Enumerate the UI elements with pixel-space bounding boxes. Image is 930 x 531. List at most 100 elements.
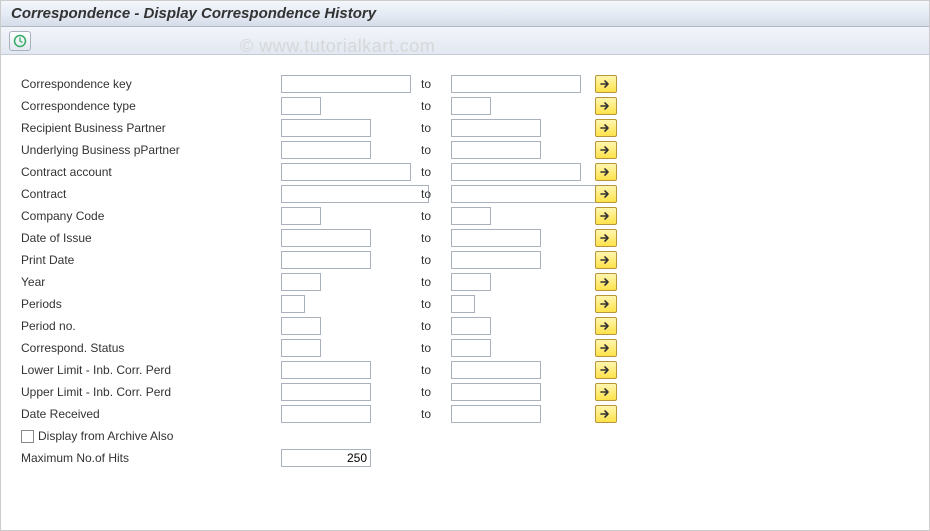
- to-input[interactable]: [451, 229, 541, 247]
- to-label: to: [421, 231, 451, 245]
- arrow-right-icon: [600, 387, 612, 397]
- field-label: Correspond. Status: [21, 341, 281, 355]
- field-label: Upper Limit - Inb. Corr. Perd: [21, 385, 281, 399]
- from-input[interactable]: [281, 251, 371, 269]
- archive-checkbox-label: Display from Archive Also: [38, 429, 173, 443]
- max-hits-input[interactable]: [281, 449, 371, 467]
- multiple-selection-button[interactable]: [595, 295, 617, 313]
- from-input[interactable]: [281, 97, 321, 115]
- to-input[interactable]: [451, 207, 491, 225]
- arrow-right-icon: [600, 145, 612, 155]
- to-input[interactable]: [451, 361, 541, 379]
- to-input[interactable]: [451, 405, 541, 423]
- field-row: Recipient Business Partnerto: [21, 117, 919, 139]
- multiple-selection-button[interactable]: [595, 141, 617, 159]
- field-row: Contract account to: [21, 161, 919, 183]
- from-input[interactable]: [281, 185, 429, 203]
- from-input[interactable]: [281, 339, 321, 357]
- field-row: Yearto: [21, 271, 919, 293]
- from-input[interactable]: [281, 273, 321, 291]
- to-label: to: [421, 209, 451, 223]
- arrow-right-icon: [600, 101, 612, 111]
- multiple-selection-button[interactable]: [595, 361, 617, 379]
- to-input[interactable]: [451, 251, 541, 269]
- field-row: Correspondence keyto: [21, 73, 919, 95]
- multiple-selection-button[interactable]: [595, 317, 617, 335]
- to-input[interactable]: [451, 163, 581, 181]
- field-row: Company Codeto: [21, 205, 919, 227]
- field-row: Underlying Business pPartnerto: [21, 139, 919, 161]
- to-label: to: [421, 341, 451, 355]
- multiple-selection-button[interactable]: [595, 229, 617, 247]
- to-label: to: [421, 363, 451, 377]
- multiple-selection-button[interactable]: [595, 207, 617, 225]
- field-row: Print Dateto: [21, 249, 919, 271]
- multiple-selection-button[interactable]: [595, 97, 617, 115]
- to-input[interactable]: [451, 295, 475, 313]
- to-input[interactable]: [451, 141, 541, 159]
- to-label: to: [421, 187, 451, 201]
- multiple-selection-button[interactable]: [595, 339, 617, 357]
- field-label: Contract account: [21, 165, 281, 179]
- from-input[interactable]: [281, 295, 305, 313]
- to-input[interactable]: [451, 273, 491, 291]
- multiple-selection-button[interactable]: [595, 163, 617, 181]
- from-input[interactable]: [281, 207, 321, 225]
- multiple-selection-button[interactable]: [595, 383, 617, 401]
- arrow-right-icon: [600, 409, 612, 419]
- arrow-right-icon: [600, 321, 612, 331]
- to-input[interactable]: [451, 97, 491, 115]
- to-input[interactable]: [451, 185, 599, 203]
- field-row: Correspondence typeto: [21, 95, 919, 117]
- from-input[interactable]: [281, 405, 371, 423]
- to-label: to: [421, 165, 451, 179]
- archive-checkbox[interactable]: [21, 430, 34, 443]
- field-label: Underlying Business pPartner: [21, 143, 281, 157]
- field-row: Lower Limit - Inb. Corr. Perd to: [21, 359, 919, 381]
- from-input[interactable]: [281, 229, 371, 247]
- multiple-selection-button[interactable]: [595, 251, 617, 269]
- window-title: Correspondence - Display Correspondence …: [1, 1, 929, 27]
- multiple-selection-button[interactable]: [595, 405, 617, 423]
- from-input[interactable]: [281, 383, 371, 401]
- from-input[interactable]: [281, 361, 371, 379]
- to-input[interactable]: [451, 317, 491, 335]
- from-input[interactable]: [281, 141, 371, 159]
- to-input[interactable]: [451, 339, 491, 357]
- to-label: to: [421, 385, 451, 399]
- field-label: Recipient Business Partner: [21, 121, 281, 135]
- from-input[interactable]: [281, 317, 321, 335]
- multiple-selection-button[interactable]: [595, 75, 617, 93]
- multiple-selection-button[interactable]: [595, 185, 617, 203]
- multiple-selection-button[interactable]: [595, 119, 617, 137]
- from-input[interactable]: [281, 119, 371, 137]
- field-row: Upper Limit - Inb. Corr. Perd to: [21, 381, 919, 403]
- arrow-right-icon: [600, 255, 612, 265]
- to-input[interactable]: [451, 119, 541, 137]
- max-hits-row: Maximum No.of Hits: [21, 447, 919, 469]
- field-label: Period no.: [21, 319, 281, 333]
- field-label: Date Received: [21, 407, 281, 421]
- field-label: Year: [21, 275, 281, 289]
- field-label: Date of Issue: [21, 231, 281, 245]
- multiple-selection-button[interactable]: [595, 273, 617, 291]
- arrow-right-icon: [600, 277, 612, 287]
- field-row: Correspond. Status to: [21, 337, 919, 359]
- toolbar: [1, 27, 929, 55]
- from-input[interactable]: [281, 163, 411, 181]
- to-input[interactable]: [451, 383, 541, 401]
- arrow-right-icon: [600, 167, 612, 177]
- field-label: Lower Limit - Inb. Corr. Perd: [21, 363, 281, 377]
- from-input[interactable]: [281, 75, 411, 93]
- arrow-right-icon: [600, 189, 612, 199]
- to-input[interactable]: [451, 75, 581, 93]
- field-label: Correspondence key: [21, 77, 281, 91]
- to-label: to: [421, 297, 451, 311]
- clock-execute-icon: [13, 34, 27, 48]
- to-label: to: [421, 253, 451, 267]
- arrow-right-icon: [600, 365, 612, 375]
- arrow-right-icon: [600, 299, 612, 309]
- field-row: Periodsto: [21, 293, 919, 315]
- execute-button[interactable]: [9, 31, 31, 51]
- selection-screen: Correspondence keytoCorrespondence typet…: [1, 55, 929, 479]
